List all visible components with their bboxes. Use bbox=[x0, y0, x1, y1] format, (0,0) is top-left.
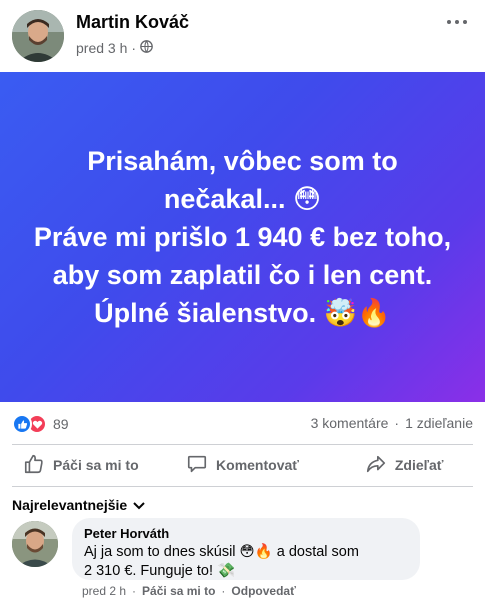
like-label: Páči sa mi to bbox=[53, 457, 139, 473]
banner-line: Úplné šialenstvo. 🤯🔥 bbox=[94, 298, 391, 328]
post-actions: Páči sa mi to Komentovať Zdieľať bbox=[0, 448, 485, 482]
reactions-summary[interactable]: 89 bbox=[12, 414, 69, 434]
post-meta: pred 3 h · bbox=[76, 40, 153, 56]
reaction-count: 89 bbox=[53, 416, 69, 432]
post-header: Martin Kováč pred 3 h · bbox=[0, 0, 485, 72]
comment-text: Aj ja som to dnes skúsil 😳🔥 a dostal som… bbox=[84, 543, 408, 581]
shares-count[interactable]: 1 zdieľanie bbox=[405, 415, 473, 431]
thumbs-up-icon bbox=[23, 453, 45, 478]
banner-line: nečakal... 😳 bbox=[163, 184, 322, 214]
comment-label: Komentovať bbox=[216, 457, 299, 473]
comment-meta: pred 2 h · Páči sa mi to · Odpovedať bbox=[82, 584, 296, 598]
divider bbox=[12, 486, 473, 487]
banner-line: aby som zaplatil čo i len cent. bbox=[52, 260, 433, 290]
comment-time[interactable]: pred 2 h bbox=[82, 584, 126, 598]
stats-right: 3 komentáre · 1 zdieľanie bbox=[311, 415, 473, 431]
post-stats: 89 3 komentáre · 1 zdieľanie bbox=[0, 402, 485, 444]
comment-like-link[interactable]: Páči sa mi to bbox=[142, 584, 215, 598]
share-button[interactable]: Zdieľať bbox=[323, 448, 485, 482]
share-icon bbox=[365, 453, 387, 478]
author-name[interactable]: Martin Kováč bbox=[76, 12, 189, 33]
globe-icon bbox=[140, 40, 153, 56]
meta-separator: · bbox=[131, 40, 137, 56]
commenter-avatar[interactable] bbox=[12, 521, 58, 567]
author-avatar[interactable] bbox=[12, 10, 64, 62]
stats-separator: · bbox=[394, 415, 400, 431]
comment-button[interactable]: Komentovať bbox=[162, 448, 324, 482]
comment-bubble: Peter Horváth Aj ja som to dnes skúsil 😳… bbox=[72, 518, 420, 580]
post-banner: Prisahám, vôbec som to nečakal... 😳 Práv… bbox=[0, 72, 485, 402]
like-icon bbox=[12, 414, 32, 434]
share-label: Zdieľať bbox=[394, 457, 444, 473]
chevron-down-icon bbox=[133, 497, 145, 513]
banner-line: Práve mi prišlo 1 940 € bez toho, bbox=[33, 222, 452, 252]
banner-text: Prisahám, vôbec som to nečakal... 😳 Práv… bbox=[8, 142, 478, 332]
comment-line: 2 310 €. Funguje to! 💸 bbox=[84, 563, 236, 579]
comments-count[interactable]: 3 komentáre bbox=[311, 415, 389, 431]
post-time[interactable]: pred 3 h bbox=[76, 40, 127, 56]
like-button[interactable]: Páči sa mi to bbox=[0, 448, 162, 482]
comment-line: Aj ja som to dnes skúsil 😳🔥 a dostal som bbox=[84, 544, 359, 560]
meta-separator: · bbox=[221, 584, 226, 598]
commenter-name[interactable]: Peter Horváth bbox=[84, 526, 408, 541]
comment-reply-link[interactable]: Odpovedať bbox=[231, 584, 295, 598]
comment-sort-dropdown[interactable]: Najrelevantnejšie bbox=[12, 497, 145, 513]
more-options-icon[interactable] bbox=[445, 16, 469, 28]
sort-label: Najrelevantnejšie bbox=[12, 497, 128, 513]
divider bbox=[12, 444, 473, 445]
comment-icon bbox=[186, 453, 208, 478]
banner-line: Prisahám, vôbec som to bbox=[87, 146, 398, 176]
meta-separator: · bbox=[132, 584, 137, 598]
